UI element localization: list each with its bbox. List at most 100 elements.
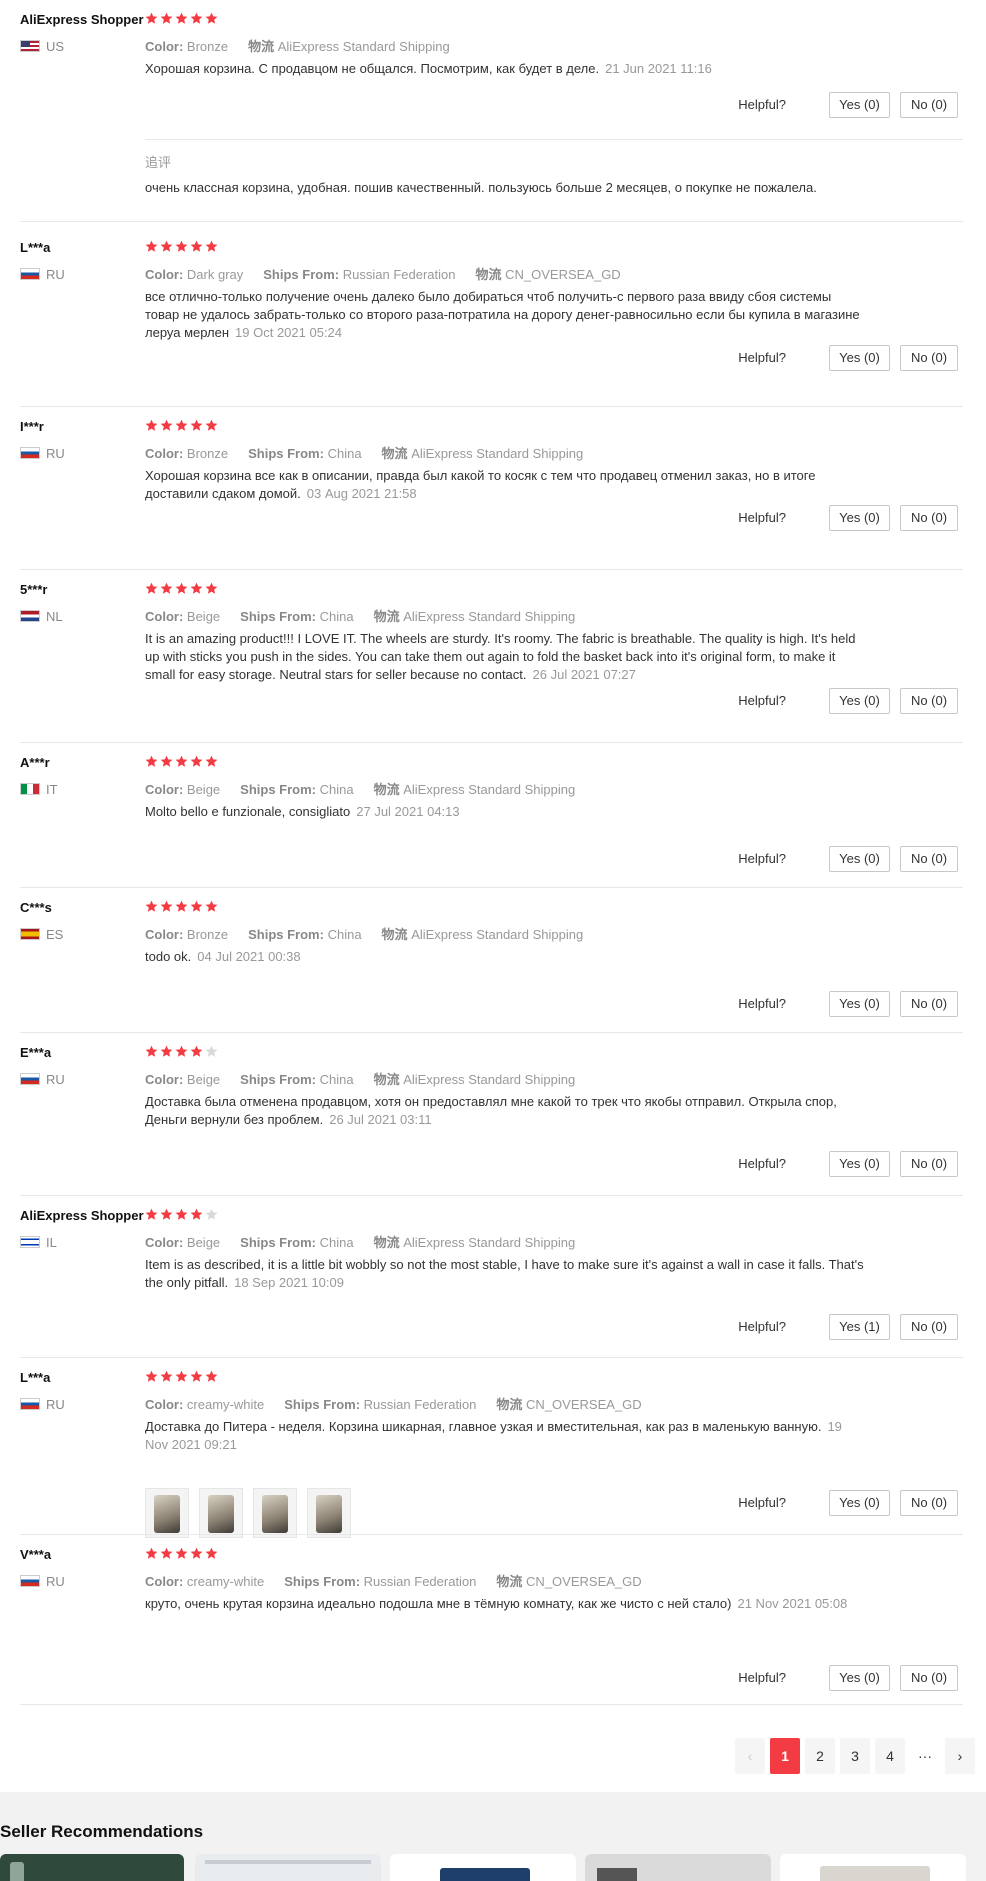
review-item: V***a RU Color: creamy-white Ships From: Ru… bbox=[0, 1535, 986, 1705]
star-filled-icon bbox=[205, 755, 218, 768]
review-body: Доставка была отменена продавцом, хотя о… bbox=[145, 1094, 837, 1127]
reviewer-country: ES bbox=[20, 926, 63, 942]
recommendation-card[interactable] bbox=[195, 1854, 381, 1881]
meta-item: Color: Beige bbox=[145, 1235, 220, 1250]
meta-value: Russian Federation bbox=[342, 267, 456, 282]
helpful-yes-button[interactable]: Yes (0) bbox=[829, 991, 890, 1017]
review-item: E***a RU Color: Beige Ships From: China 物流 A… bbox=[0, 1033, 986, 1196]
meta-label: Color: bbox=[145, 609, 184, 624]
star-filled-icon bbox=[145, 1547, 158, 1560]
ru-flag bbox=[20, 447, 40, 459]
review-text: Хорошая корзина. С продавцом не общался.… bbox=[145, 60, 865, 78]
reviewer-name: 5***r bbox=[20, 582, 48, 597]
helpful-no-button[interactable]: No (0) bbox=[900, 1490, 958, 1516]
meta-value: AliExpress Standard Shipping bbox=[403, 782, 576, 797]
reviewer-country: US bbox=[20, 38, 64, 54]
meta-item: Color: Bronze bbox=[145, 39, 228, 54]
meta-label: 物流 bbox=[496, 1574, 523, 1589]
helpful-yes-button[interactable]: Yes (0) bbox=[829, 846, 890, 872]
star-rating bbox=[145, 1208, 218, 1221]
followup-divider bbox=[145, 139, 963, 140]
il-flag bbox=[20, 1236, 40, 1248]
ru-flag bbox=[20, 1398, 40, 1410]
review-photos bbox=[145, 1488, 351, 1538]
pagination-ellipsis: ··· bbox=[910, 1738, 940, 1774]
helpful-yes-button[interactable]: Yes (0) bbox=[829, 1151, 890, 1177]
reviewer-name: A***r bbox=[20, 755, 50, 770]
helpful-yes-button[interactable]: Yes (0) bbox=[829, 345, 890, 371]
review-item: L***a RU Color: creamy-white Ships From: Ru… bbox=[0, 1358, 986, 1538]
review-meta: Color: creamy-white Ships From: Russian F… bbox=[145, 1571, 662, 1590]
page-button-2[interactable]: 2 bbox=[805, 1738, 835, 1774]
country-code: RU bbox=[46, 445, 65, 461]
review-divider bbox=[20, 221, 963, 222]
meta-value: Beige bbox=[186, 1072, 221, 1087]
helpful-no-button[interactable]: No (0) bbox=[900, 846, 958, 872]
helpful-yes-button[interactable]: Yes (1) bbox=[829, 1314, 890, 1340]
meta-item: Ships From: China bbox=[248, 927, 361, 942]
star-filled-icon bbox=[160, 900, 173, 913]
star-filled-icon bbox=[190, 900, 203, 913]
helpful-yes-button[interactable]: Yes (0) bbox=[829, 1665, 890, 1691]
meta-item: Color: creamy-white bbox=[145, 1397, 264, 1412]
star-filled-icon bbox=[205, 582, 218, 595]
helpful-yes-button[interactable]: Yes (0) bbox=[829, 92, 890, 118]
page-button-3[interactable]: 3 bbox=[840, 1738, 870, 1774]
review-date: 19 Oct 2021 05:24 bbox=[235, 325, 343, 340]
recommendation-card[interactable] bbox=[780, 1854, 966, 1881]
helpful-label: Helpful? bbox=[738, 97, 786, 112]
review-meta: Color: Beige Ships From: China 物流 AliExpre… bbox=[145, 606, 595, 625]
review-photo-thumbnail[interactable] bbox=[145, 1488, 189, 1538]
star-filled-icon bbox=[190, 1045, 203, 1058]
review-photo-thumbnail[interactable] bbox=[253, 1488, 297, 1538]
helpful-yes-button[interactable]: Yes (0) bbox=[829, 1490, 890, 1516]
reviewer-country: IT bbox=[20, 781, 58, 797]
helpful-label: Helpful? bbox=[738, 996, 786, 1011]
star-rating bbox=[145, 900, 218, 913]
review-item: A***r IT Color: Beige Ships From: China 物流 A… bbox=[0, 743, 986, 888]
reviewer-country: RU bbox=[20, 1573, 65, 1589]
country-code: RU bbox=[46, 1573, 65, 1589]
page-button-4[interactable]: 4 bbox=[875, 1738, 905, 1774]
followup-label: 追评 bbox=[145, 155, 172, 170]
page-button-1[interactable]: 1 bbox=[770, 1738, 800, 1774]
star-filled-icon bbox=[160, 419, 173, 432]
review-photo-thumbnail[interactable] bbox=[307, 1488, 351, 1538]
recommendation-card[interactable] bbox=[390, 1854, 576, 1881]
meta-item: Color: Beige bbox=[145, 609, 220, 624]
helpful-label: Helpful? bbox=[738, 510, 786, 525]
seller-recommendations-title: Seller Recommendations bbox=[0, 1822, 204, 1841]
star-filled-icon bbox=[160, 240, 173, 253]
ru-flag bbox=[20, 1073, 40, 1085]
meta-item: Ships From: Russian Federation bbox=[284, 1397, 476, 1412]
helpful-no-button[interactable]: No (0) bbox=[900, 688, 958, 714]
recommendation-card[interactable] bbox=[585, 1854, 771, 1881]
reviewer-name: AliExpress Shopper bbox=[20, 12, 144, 27]
helpful-no-button[interactable]: No (0) bbox=[900, 92, 958, 118]
helpful-yes-button[interactable]: Yes (0) bbox=[829, 505, 890, 531]
star-filled-icon bbox=[145, 900, 158, 913]
helpful-no-button[interactable]: No (0) bbox=[900, 1151, 958, 1177]
recommendation-card[interactable] bbox=[0, 1854, 184, 1881]
followup-text: очень классная корзина, удобная. пошив к… bbox=[145, 180, 817, 195]
helpful-no-button[interactable]: No (0) bbox=[900, 1665, 958, 1691]
star-filled-icon bbox=[160, 1370, 173, 1383]
star-filled-icon bbox=[190, 1208, 203, 1221]
helpful-no-button[interactable]: No (0) bbox=[900, 505, 958, 531]
helpful-no-button[interactable]: No (0) bbox=[900, 1314, 958, 1340]
star-filled-icon bbox=[190, 1547, 203, 1560]
reviewer-country: IL bbox=[20, 1234, 57, 1250]
review-body: todo ok. bbox=[145, 949, 192, 964]
reviewer-name: I***r bbox=[20, 419, 44, 434]
meta-label: Color: bbox=[145, 1235, 184, 1250]
meta-value: Bronze bbox=[186, 927, 229, 942]
helpful-no-button[interactable]: No (0) bbox=[900, 345, 958, 371]
prev-page-button[interactable]: ‹ bbox=[735, 1738, 765, 1774]
star-rating bbox=[145, 582, 218, 595]
next-page-button[interactable]: › bbox=[945, 1738, 975, 1774]
helpful-yes-button[interactable]: Yes (0) bbox=[829, 688, 890, 714]
meta-item: Color: Bronze bbox=[145, 446, 228, 461]
helpful-no-button[interactable]: No (0) bbox=[900, 991, 958, 1017]
review-photo-thumbnail[interactable] bbox=[199, 1488, 243, 1538]
star-filled-icon bbox=[175, 1045, 188, 1058]
